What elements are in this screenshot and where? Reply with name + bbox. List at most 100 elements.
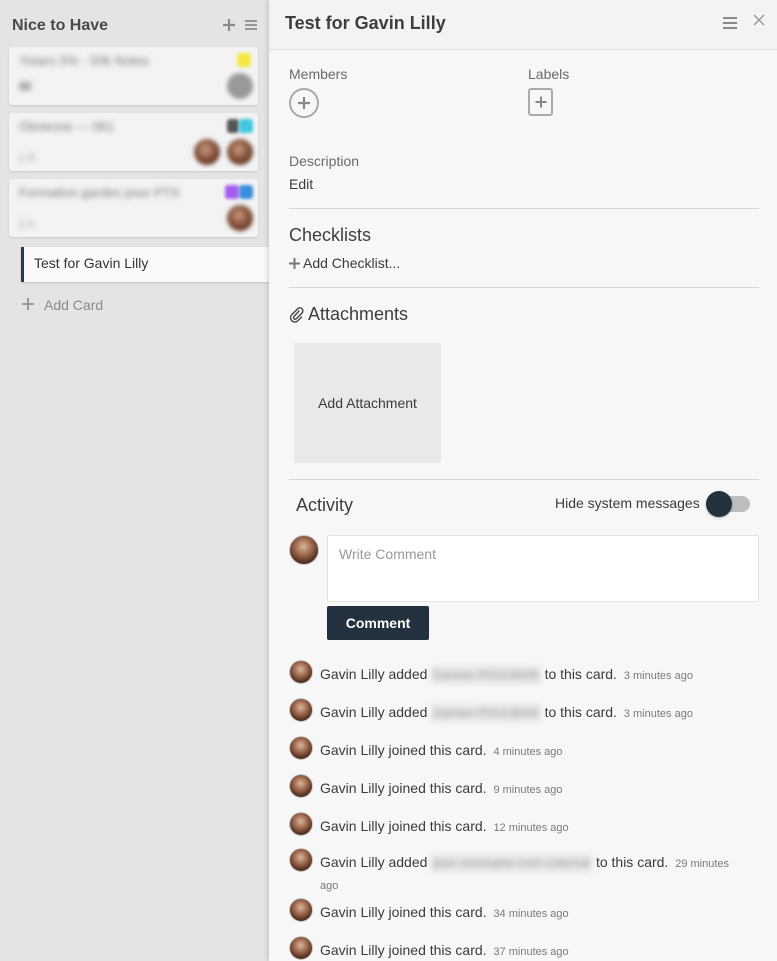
activity-action: joined this card. [388,742,487,758]
avatar [289,535,319,565]
activity-target[interactable]: Damien POULBAIN [431,666,541,685]
divider [289,479,759,480]
card-label [227,119,239,133]
activity-user[interactable]: Gavin Lilly [320,942,385,958]
add-icon[interactable] [222,18,236,32]
avatar [289,898,313,922]
activity-text: Gavin Lilly joined this card. 34 minutes… [320,902,730,924]
add-card-button[interactable]: Add Card [22,297,103,313]
avatar [289,812,313,836]
activity-suffix: to this card. [544,666,617,682]
activity-title: Activity [296,495,354,515]
plus-icon [535,96,546,108]
card-label [239,185,253,199]
attachments-header: Attachments [289,304,408,325]
activity-action: added [388,704,428,720]
activity-user[interactable]: Gavin Lilly [320,666,385,682]
card-title: Obrienne — 061 [19,119,115,134]
card-label [237,53,251,67]
attachments-title: Attachments [308,304,409,324]
activity-suffix: to this card. [544,704,617,720]
activity-time: 12 minutes ago [493,822,569,834]
avatar [289,848,313,872]
activity-time: 3 minutes ago [623,708,693,720]
toggle-knob [706,491,732,517]
add-attachment-label: Add Attachment [318,395,417,411]
add-checklist-label: Add Checklist... [303,255,401,271]
activity-user[interactable]: Gavin Lilly [320,818,385,834]
activity-action: added [388,666,428,682]
activity-user[interactable]: Gavin Lilly [320,780,385,796]
activity-time: 3 minutes ago [623,670,693,682]
activity-text: Gavin Lilly joined this card. 4 minutes … [320,740,730,762]
activity-text: Gavin Lilly joined this card. 9 minutes … [320,778,730,800]
add-label-button[interactable] [528,88,553,116]
menu-icon[interactable] [722,16,738,30]
list-column: Nice to Have Yotaro 5% - 50k Notes ▮▮ Ob… [0,0,269,961]
avatar [289,774,313,798]
activity-time: 34 minutes ago [493,908,569,920]
description-label: Description [289,153,360,169]
add-member-button[interactable] [289,88,319,118]
card-badges: ▯ 3 [19,152,35,164]
add-checklist-button[interactable]: Add Checklist... [289,255,400,271]
active-card-title: Test for Gavin Lilly [34,255,149,271]
comment-button[interactable]: Comment [327,606,429,640]
hide-system-messages-label: Hide system messages [555,495,700,511]
plus-icon [22,297,34,313]
close-icon[interactable] [752,12,766,32]
activity-action: joined this card. [388,780,487,796]
card-title: Yotaro 5% - 50k Notes [19,53,149,68]
comment-placeholder: Write Comment [339,546,436,562]
page-title[interactable]: Test for Gavin Lilly [285,13,446,34]
list-title: Nice to Have [12,17,109,34]
activity-text: Gavin Lilly added Damien POULBAIN to thi… [320,664,730,686]
activity-action: joined this card. [388,818,487,834]
activity-user[interactable]: Gavin Lilly [320,704,385,720]
list-header: Nice to Have [12,16,258,38]
activity-user[interactable]: Gavin Lilly [320,904,385,920]
list-card[interactable]: Yotaro 5% - 50k Notes ▮▮ [9,47,258,105]
activity-user[interactable]: Gavin Lilly [320,854,385,870]
avatar [227,205,253,231]
activity-text: Gavin Lilly added Damien POULBAIN to thi… [320,702,730,724]
activity-text: Gavin Lilly joined this card. 37 minutes… [320,940,730,961]
paperclip-icon [289,306,304,323]
hide-system-messages-toggle[interactable] [706,491,752,517]
card-details-panel: Test for Gavin Lilly Members Labels Desc… [269,0,777,961]
add-attachment-button[interactable]: Add Attachment [294,343,441,463]
activity-time: 4 minutes ago [493,746,563,758]
divider [289,287,759,288]
card-badges: ▮▮ [19,80,32,92]
comment-input[interactable]: Write Comment [327,535,759,602]
activity-action: added [388,854,428,870]
active-card[interactable]: Test for Gavin Lilly [21,247,269,282]
list-card[interactable]: Obrienne — 061 ▯ 3 [9,113,258,171]
activity-target[interactable]: Damien POULBAIN [431,704,541,723]
activity-target[interactable]: jean christophe roch cotterval [431,854,593,873]
activity-text: Gavin Lilly added jean christophe roch c… [320,852,730,896]
activity-suffix: to this card. [595,854,669,870]
activity-action: joined this card. [388,904,487,920]
plus-icon [298,97,310,109]
avatar [227,139,253,165]
activity-text: Gavin Lilly joined this card. 12 minutes… [320,816,730,838]
labels-label: Labels [528,66,570,82]
description-edit-link[interactable]: Edit [289,176,313,192]
checklists-title: Checklists [289,225,372,245]
avatar [289,698,313,722]
card-label [225,185,239,199]
panel-header: Test for Gavin Lilly [269,0,777,50]
add-card-label: Add Card [44,297,104,313]
list-menu-icon[interactable] [244,18,258,32]
activity-action: joined this card. [388,942,487,958]
avatar [289,660,313,684]
list-card[interactable]: Formation gardes pour PTS ▯ 1 [9,179,258,237]
divider [289,208,759,209]
avatar [289,736,313,760]
list-actions [222,18,258,32]
activity-user[interactable]: Gavin Lilly [320,742,385,758]
activity-time: 37 minutes ago [493,946,569,958]
avatar [289,936,313,960]
card-badges: ▯ 1 [19,218,35,230]
